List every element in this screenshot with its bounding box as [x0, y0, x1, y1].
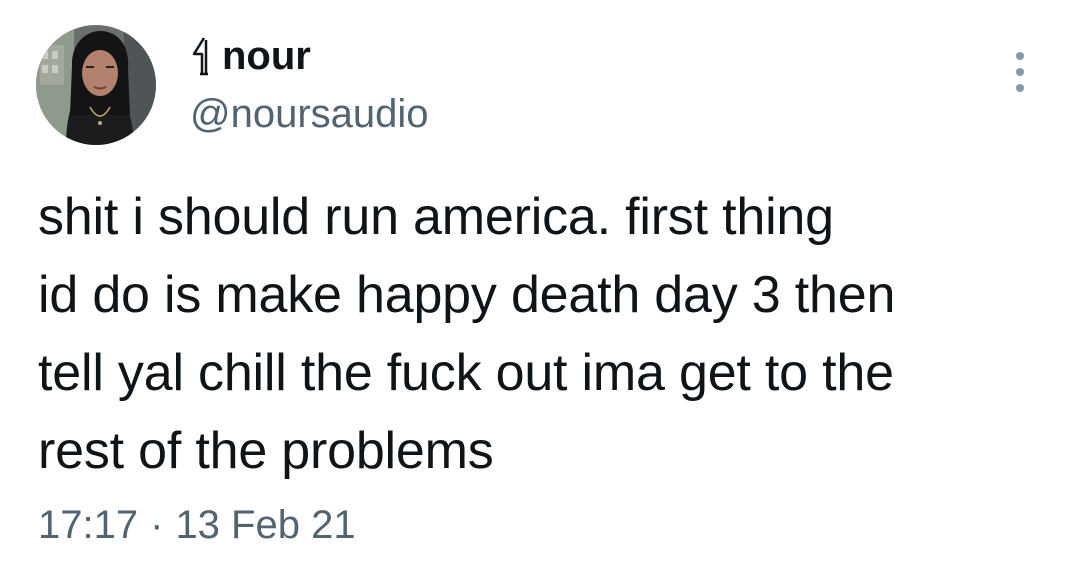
display-name-row[interactable]: nour: [190, 30, 429, 82]
tweet-text-line: tell yal chill the fuck out ima get to t…: [38, 344, 894, 402]
tweet-text-line: id do is make happy death day 3 then: [38, 266, 896, 324]
more-dot: [1016, 68, 1024, 76]
tweet-time: 17:17: [38, 503, 139, 547]
more-dot: [1016, 84, 1024, 92]
more-vertical-icon[interactable]: [1002, 52, 1038, 92]
avatar[interactable]: [36, 25, 156, 145]
tweet-text: shit i should run america. first thing i…: [38, 178, 1058, 490]
more-dot: [1016, 52, 1024, 60]
tweet-date: 13 Feb 21: [175, 503, 356, 547]
tweet-text-line: shit i should run america. first thing: [38, 188, 834, 246]
tweet-text-line: rest of the problems: [38, 422, 494, 480]
display-name[interactable]: nour: [222, 30, 311, 82]
tweet-card: nour @noursaudio shit i should run ameri…: [0, 0, 1080, 576]
author-block: nour @noursaudio: [190, 30, 429, 138]
user-handle[interactable]: @noursaudio: [190, 90, 429, 138]
avatar-photo: [36, 25, 156, 145]
timestamp-separator: ·: [150, 503, 164, 547]
tweet-timestamp[interactable]: 17:17 · 13 Feb 21: [38, 500, 356, 550]
nazar-hand-icon: [190, 34, 214, 78]
